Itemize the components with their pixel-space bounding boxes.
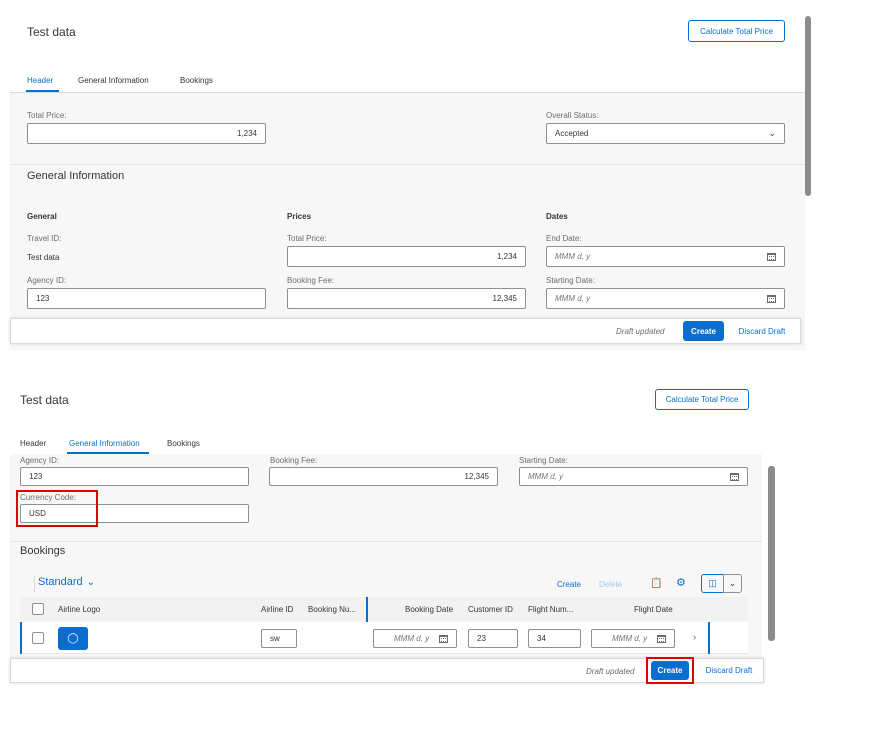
calendar-icon[interactable] xyxy=(657,634,666,643)
select-all-checkbox[interactable] xyxy=(32,603,44,615)
tab-general-information[interactable]: General Information xyxy=(78,76,149,85)
agency-id-label: Agency ID: xyxy=(20,456,60,465)
starting-date-label: Starting Date: xyxy=(519,456,568,465)
col-airline-logo[interactable]: Airline Logo xyxy=(58,605,100,614)
top-screen: Test data Calculate Total Price Header G… xyxy=(10,10,810,350)
starting-date-placeholder: MMM d, y xyxy=(528,472,564,481)
bookings-title: Bookings xyxy=(20,545,66,557)
prices-group-title: Prices xyxy=(287,212,312,221)
calendar-icon[interactable] xyxy=(730,472,739,481)
overall-status-value: Accepted xyxy=(555,129,589,138)
booking-fee-input[interactable]: 12,345 xyxy=(269,467,498,486)
agency-id-label: Agency ID: xyxy=(27,276,67,285)
total-price-input[interactable]: 1,234 xyxy=(27,123,266,144)
row-checkbox[interactable] xyxy=(32,632,44,644)
variant-divider xyxy=(34,576,35,592)
chevron-down-icon: ⌄ xyxy=(86,576,96,588)
prices-total-price-input[interactable]: 1,234 xyxy=(287,246,526,267)
tab-bookings[interactable]: Bookings xyxy=(180,76,213,85)
variant-name: Standard xyxy=(38,576,83,588)
general-information-title: General Information xyxy=(27,170,125,182)
table-delete-button[interactable]: Delete xyxy=(599,580,622,589)
dates-group-title: Dates xyxy=(546,212,568,221)
airline-id-input[interactable]: sw xyxy=(261,629,297,648)
row-end-indicator xyxy=(708,622,710,654)
end-date-input[interactable]: MMM d, y xyxy=(546,246,785,267)
draft-status: Draft updated xyxy=(616,327,665,336)
travel-id-label: Travel ID: xyxy=(27,234,62,243)
col-airline-id[interactable]: Airline ID xyxy=(261,605,293,614)
draft-status: Draft updated xyxy=(586,667,635,676)
col-flight-date[interactable]: Flight Date xyxy=(634,605,673,614)
calendar-icon[interactable] xyxy=(767,252,776,261)
calendar-icon[interactable] xyxy=(439,634,448,643)
export-button[interactable]: ◫ xyxy=(701,574,724,593)
bottom-screen: Test data Calculate Total Price Header G… xyxy=(10,380,780,690)
section-divider xyxy=(10,541,762,542)
overall-status-select[interactable]: Accepted ⌄ xyxy=(546,123,785,144)
agency-id-input[interactable]: 123 xyxy=(27,288,266,309)
scrollbar-thumb[interactable] xyxy=(768,466,775,641)
booking-fee-label: Booking Fee: xyxy=(287,276,335,285)
tab-header[interactable]: Header xyxy=(27,76,53,85)
flight-date-placeholder: MMM d, y xyxy=(612,634,648,643)
calculate-total-price-button[interactable]: Calculate Total Price xyxy=(655,389,749,410)
flight-number-input[interactable]: 34 xyxy=(528,629,581,648)
customer-id-input[interactable]: 23 xyxy=(468,629,518,648)
create-button[interactable]: Create xyxy=(683,321,724,341)
total-price-label: Total Price: xyxy=(27,111,67,120)
variant-selector[interactable]: Standard ⌄ xyxy=(38,576,95,588)
settings-icon[interactable]: ⚙ xyxy=(676,576,686,589)
starting-date-input[interactable]: MMM d, y xyxy=(546,288,785,309)
chevron-down-icon: ⌄ xyxy=(768,128,776,138)
tab-bookings[interactable]: Bookings xyxy=(167,439,200,448)
col-flight-number[interactable]: Flight Num... xyxy=(528,605,573,614)
calendar-icon[interactable] xyxy=(767,294,776,303)
calculate-total-price-button[interactable]: Calculate Total Price xyxy=(688,20,785,42)
end-date-label: End Date: xyxy=(546,234,582,243)
starting-date-input[interactable]: MMM d, y xyxy=(519,467,748,486)
header-divider xyxy=(10,164,805,165)
col-booking-number[interactable]: Booking Nu... xyxy=(308,605,356,614)
overall-status-label: Overall Status: xyxy=(546,111,599,120)
currency-code-highlight xyxy=(16,490,98,527)
col-customer-id[interactable]: Customer ID xyxy=(468,605,513,614)
flight-date-input[interactable]: MMM d, y xyxy=(591,629,675,648)
clipboard-icon[interactable]: 📋 xyxy=(650,578,662,589)
col-booking-date[interactable]: Booking Date xyxy=(405,605,453,614)
discard-draft-button[interactable]: Discard Draft xyxy=(698,661,760,680)
create-button-highlight xyxy=(646,657,694,684)
row-selection-indicator xyxy=(20,622,22,654)
export-menu-button[interactable]: ⌄ xyxy=(723,574,742,593)
booking-date-placeholder: MMM d, y xyxy=(394,634,430,643)
general-group-title: General xyxy=(27,212,57,221)
chevron-right-icon[interactable]: › xyxy=(693,632,696,643)
scrollbar-thumb[interactable] xyxy=(805,16,811,196)
airline-logo-icon[interactable]: ◯ xyxy=(58,627,88,650)
booking-fee-input[interactable]: 12,345 xyxy=(287,288,526,309)
prices-total-price-label: Total Price: xyxy=(287,234,327,243)
agency-id-input[interactable]: 123 xyxy=(20,467,249,486)
end-date-placeholder: MMM d, y xyxy=(555,252,591,261)
booking-fee-label: Booking Fee: xyxy=(270,456,318,465)
page-title: Test data xyxy=(20,393,69,407)
page-title: Test data xyxy=(27,25,76,39)
booking-date-input[interactable]: MMM d, y xyxy=(373,629,457,648)
tab-general-information[interactable]: General Information xyxy=(69,439,140,448)
starting-date-placeholder: MMM d, y xyxy=(555,294,591,303)
table-create-button[interactable]: Create xyxy=(553,577,585,591)
travel-id-value: Test data xyxy=(27,253,60,262)
discard-draft-button[interactable]: Discard Draft xyxy=(730,321,794,341)
starting-date-label: Starting Date: xyxy=(546,276,595,285)
tab-header[interactable]: Header xyxy=(20,439,46,448)
